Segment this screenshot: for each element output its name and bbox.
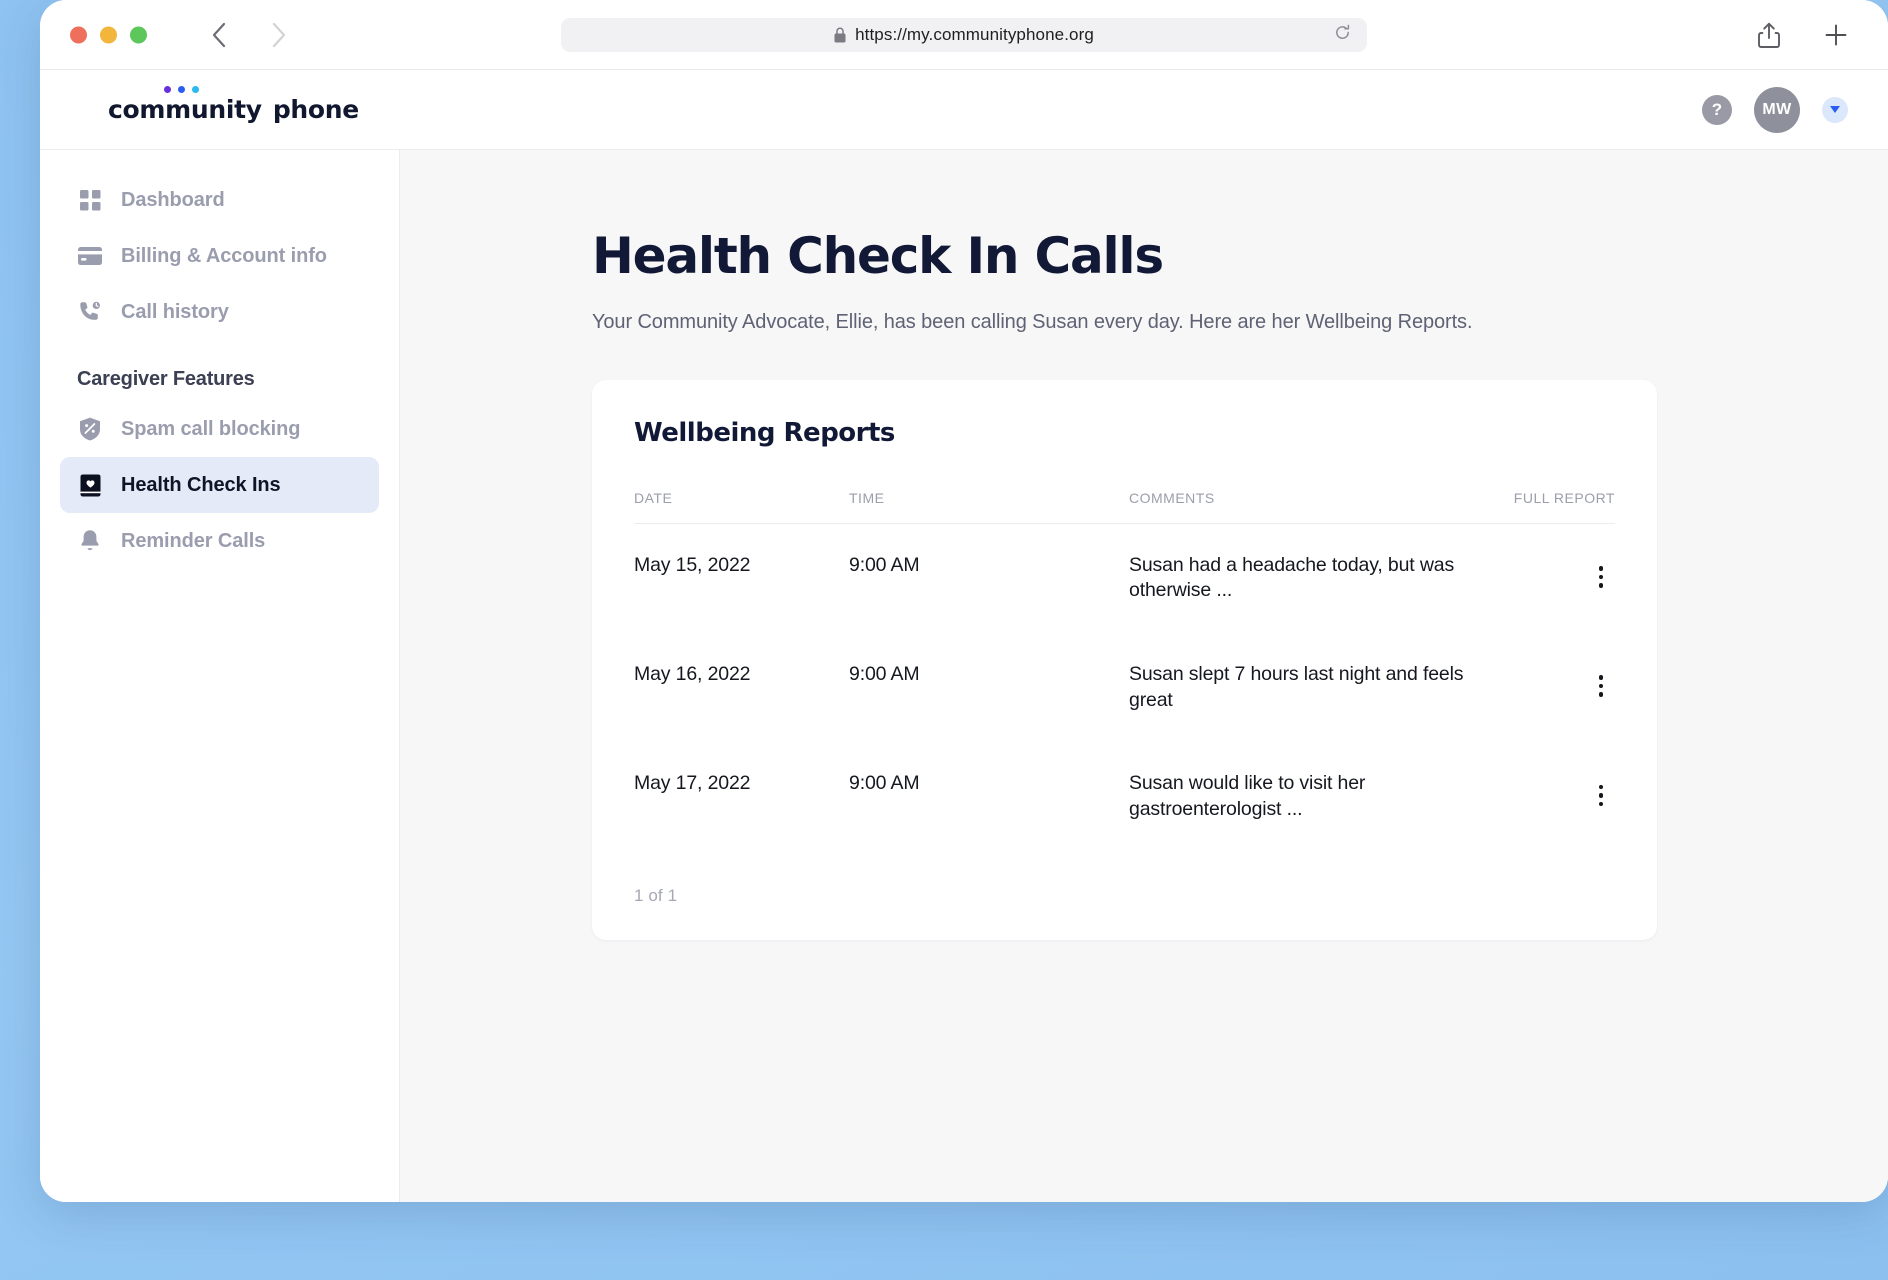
window-close-button[interactable]	[70, 26, 87, 43]
table-row: May 15, 2022 9:00 AM Susan had a headach…	[634, 523, 1615, 633]
column-header-time: TIME	[849, 490, 1129, 524]
back-button[interactable]	[208, 24, 230, 46]
pagination-status: 1 of 1	[634, 886, 1615, 906]
health-book-icon	[77, 472, 103, 498]
sidebar-item-label: Health Check Ins	[121, 475, 281, 495]
logo-dot-purple	[164, 86, 171, 93]
cell-time: 9:00 AM	[849, 742, 1129, 851]
page-title: Health Check In Calls	[592, 230, 1888, 283]
new-tab-plus-icon[interactable]	[1824, 23, 1848, 47]
cell-comments: Susan slept 7 hours last night and feels…	[1129, 633, 1495, 742]
card-title: Wellbeing Reports	[634, 418, 1615, 448]
chevron-down-icon[interactable]	[1822, 97, 1848, 123]
lock-icon	[834, 27, 846, 43]
logo-word-phone: phone	[273, 95, 359, 124]
table-row: May 17, 2022 9:00 AM Susan would like to…	[634, 742, 1615, 851]
sidebar-item-billing[interactable]: Billing & Account info	[60, 228, 379, 284]
column-header-full-report: FULL REPORT	[1495, 490, 1615, 524]
shield-block-icon	[77, 416, 103, 442]
grid-icon	[77, 187, 103, 213]
wellbeing-reports-card: Wellbeing Reports DATE TIME COMMENTS FUL…	[592, 380, 1657, 940]
sidebar-item-label: Reminder Calls	[121, 531, 265, 551]
window-traffic-lights	[70, 26, 147, 43]
browser-toolbar: https://my.communityphone.org	[40, 0, 1888, 70]
cell-comments: Susan would like to visit her gastroente…	[1129, 742, 1495, 851]
avatar[interactable]: MW	[1754, 87, 1800, 133]
kebab-menu-icon[interactable]	[1593, 564, 1610, 590]
column-header-comments: COMMENTS	[1129, 490, 1495, 524]
cell-date: May 17, 2022	[634, 742, 849, 851]
browser-window: https://my.communityphone.org	[40, 0, 1888, 1202]
sidebar-item-label: Call history	[121, 302, 229, 322]
sidebar-item-label: Dashboard	[121, 190, 225, 210]
logo-dots	[164, 86, 199, 93]
bell-icon	[77, 528, 103, 554]
phone-clock-icon	[77, 299, 103, 325]
logo-dot-blue	[178, 86, 185, 93]
page-subtitle: Your Community Advocate, Ellie, has been…	[592, 311, 1888, 334]
cell-time: 9:00 AM	[849, 633, 1129, 742]
app-body: Dashboard Billing & Account info Call hi…	[40, 150, 1888, 1202]
cell-comments: Susan had a headache today, but was othe…	[1129, 523, 1495, 633]
cell-time: 9:00 AM	[849, 523, 1129, 633]
cell-full-report	[1495, 742, 1615, 851]
browser-chrome-actions	[1758, 22, 1848, 48]
cell-date: May 16, 2022	[634, 633, 849, 742]
header-actions: ? MW	[1702, 87, 1848, 133]
sidebar-item-label: Spam call blocking	[121, 419, 300, 439]
share-icon[interactable]	[1758, 22, 1780, 48]
column-header-date: DATE	[634, 490, 849, 524]
table-header-row: DATE TIME COMMENTS FULL REPORT	[634, 490, 1615, 524]
kebab-menu-icon[interactable]	[1593, 673, 1610, 699]
sidebar-section-caregiver-features: Caregiver Features	[77, 368, 379, 391]
sidebar: Dashboard Billing & Account info Call hi…	[40, 150, 400, 1202]
logo-word-community: community	[108, 95, 262, 124]
window-minimize-button[interactable]	[100, 26, 117, 43]
sidebar-item-dashboard[interactable]: Dashboard	[60, 172, 379, 228]
reload-icon[interactable]	[1334, 24, 1351, 46]
main-content: Health Check In Calls Your Community Adv…	[400, 150, 1888, 1202]
table-row: May 16, 2022 9:00 AM Susan slept 7 hours…	[634, 633, 1615, 742]
wellbeing-reports-table: DATE TIME COMMENTS FULL REPORT May 15, 2…	[634, 490, 1615, 852]
logo-dot-cyan	[192, 86, 199, 93]
sidebar-item-reminder-calls[interactable]: Reminder Calls	[60, 513, 379, 569]
browser-navigation	[208, 24, 290, 46]
sidebar-item-health-check-ins[interactable]: Health Check Ins	[60, 457, 379, 513]
help-icon[interactable]: ?	[1702, 95, 1732, 125]
cell-full-report	[1495, 633, 1615, 742]
url-text: https://my.communityphone.org	[855, 25, 1094, 45]
sidebar-item-call-history[interactable]: Call history	[60, 284, 379, 340]
sidebar-item-spam-call-blocking[interactable]: Spam call blocking	[60, 401, 379, 457]
forward-button[interactable]	[268, 24, 290, 46]
sidebar-item-label: Billing & Account info	[121, 246, 327, 266]
cell-date: May 15, 2022	[634, 523, 849, 633]
kebab-menu-icon[interactable]	[1593, 783, 1610, 809]
url-bar[interactable]: https://my.communityphone.org	[561, 18, 1367, 52]
window-maximize-button[interactable]	[130, 26, 147, 43]
cell-full-report	[1495, 523, 1615, 633]
community-phone-logo[interactable]: community phone	[108, 95, 359, 124]
app-header: community phone ? MW	[40, 70, 1888, 150]
credit-card-icon	[77, 243, 103, 269]
